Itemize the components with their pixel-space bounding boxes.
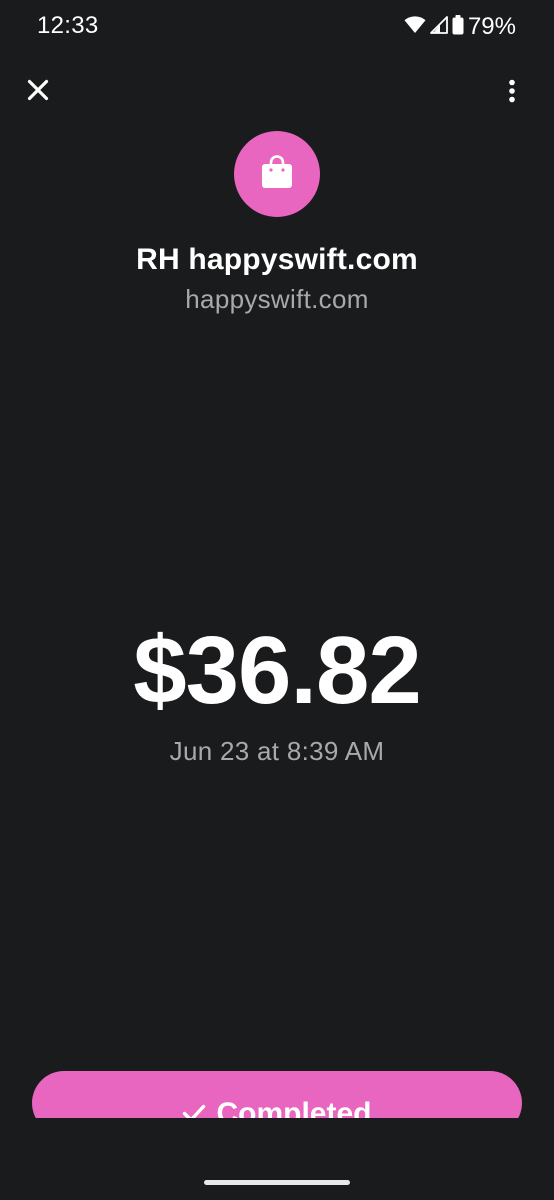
wifi-icon: [404, 15, 426, 39]
battery-percent: 79%: [467, 13, 516, 40]
status-bar: 12:33 79%: [0, 0, 554, 56]
bottom-nav-area: [0, 1118, 554, 1200]
close-button[interactable]: [22, 76, 54, 108]
more-options-button[interactable]: [498, 76, 526, 110]
battery-icon: [452, 14, 464, 40]
status-time: 12:33: [37, 12, 99, 39]
transaction-detail-screen: 12:33 79% RH happyswift.com happyswift.c…: [0, 0, 554, 1200]
merchant-name: RH happyswift.com: [136, 243, 418, 276]
more-vertical-icon: [508, 79, 516, 108]
home-indicator[interactable]: [204, 1180, 350, 1185]
merchant-avatar: [234, 131, 320, 217]
cell-signal-icon: [430, 15, 448, 39]
close-icon: [27, 79, 49, 106]
shopping-bag-icon: [258, 153, 296, 196]
transaction-date: Jun 23 at 8:39 AM: [169, 736, 385, 766]
transaction-amount: $36.82: [133, 617, 422, 724]
status-icons: 79%: [404, 13, 516, 41]
merchant-domain: happyswift.com: [185, 284, 369, 314]
